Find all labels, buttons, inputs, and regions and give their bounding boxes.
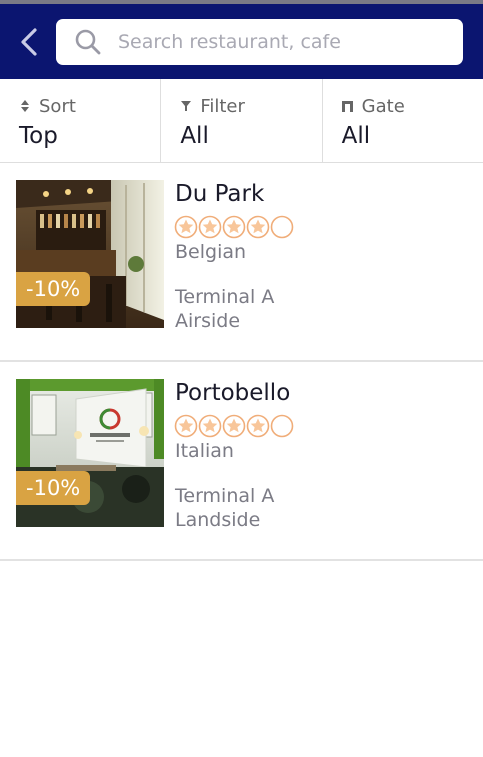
star-filled-icon xyxy=(198,414,222,438)
restaurant-side: Airside xyxy=(175,310,241,332)
star-empty-icon xyxy=(270,414,294,438)
star-filled-icon xyxy=(198,215,222,239)
filter-label-row: Filter xyxy=(180,95,321,117)
restaurant-terminal: Terminal A xyxy=(175,485,275,507)
back-button[interactable] xyxy=(14,24,44,60)
sort-icon xyxy=(19,100,31,112)
filter-bar: Sort Top Filter All Gate All xyxy=(0,79,483,163)
filter-dropdown[interactable]: Filter All xyxy=(161,79,323,162)
restaurant-location: Terminal A Landside xyxy=(175,484,375,532)
star-filled-icon xyxy=(222,215,246,239)
app-header xyxy=(0,4,483,79)
rating-stars xyxy=(174,215,294,239)
star-empty-icon xyxy=(270,215,294,239)
gate-label: Gate xyxy=(361,95,405,117)
filter-label: Filter xyxy=(200,95,245,117)
rating-stars xyxy=(174,414,294,438)
gate-dropdown[interactable]: Gate All xyxy=(323,79,483,162)
star-filled-icon xyxy=(174,215,198,239)
star-filled-icon xyxy=(222,414,246,438)
restaurant-cuisine: Belgian xyxy=(175,241,247,263)
gate-icon xyxy=(342,100,354,112)
chevron-left-icon xyxy=(21,28,37,56)
discount-badge: -10% xyxy=(16,272,91,306)
gate-value: All xyxy=(341,123,371,149)
restaurant-photo: -10% xyxy=(16,180,164,328)
restaurant-cuisine: Italian xyxy=(175,440,234,462)
star-filled-icon xyxy=(174,414,198,438)
restaurant-side: Landside xyxy=(175,509,261,531)
star-filled-icon xyxy=(246,215,270,239)
restaurant-photo: -10% xyxy=(16,379,164,527)
restaurant-list: -10% Du Park Belgian Terminal A Airside xyxy=(0,163,483,561)
discount-badge: -10% xyxy=(16,471,91,505)
filter-value: All xyxy=(180,123,209,149)
sort-label-row: Sort xyxy=(19,95,160,117)
restaurant-name: Portobello xyxy=(175,380,291,406)
filter-icon xyxy=(180,100,192,112)
gate-label-row: Gate xyxy=(342,95,483,117)
list-item[interactable]: -10% Du Park Belgian Terminal A Airside xyxy=(0,163,483,362)
list-item[interactable]: -10% Portobello Italian Terminal A Lands… xyxy=(0,362,483,561)
sort-dropdown[interactable]: Sort Top xyxy=(0,79,162,162)
search-input[interactable] xyxy=(118,31,438,53)
search-box[interactable] xyxy=(56,19,463,65)
restaurant-location: Terminal A Airside xyxy=(175,285,375,333)
restaurant-terminal: Terminal A xyxy=(175,286,275,308)
sort-label: Sort xyxy=(39,95,76,117)
sort-value: Top xyxy=(19,123,58,149)
restaurant-name: Du Park xyxy=(175,181,265,207)
search-icon xyxy=(75,29,101,55)
star-filled-icon xyxy=(246,414,270,438)
